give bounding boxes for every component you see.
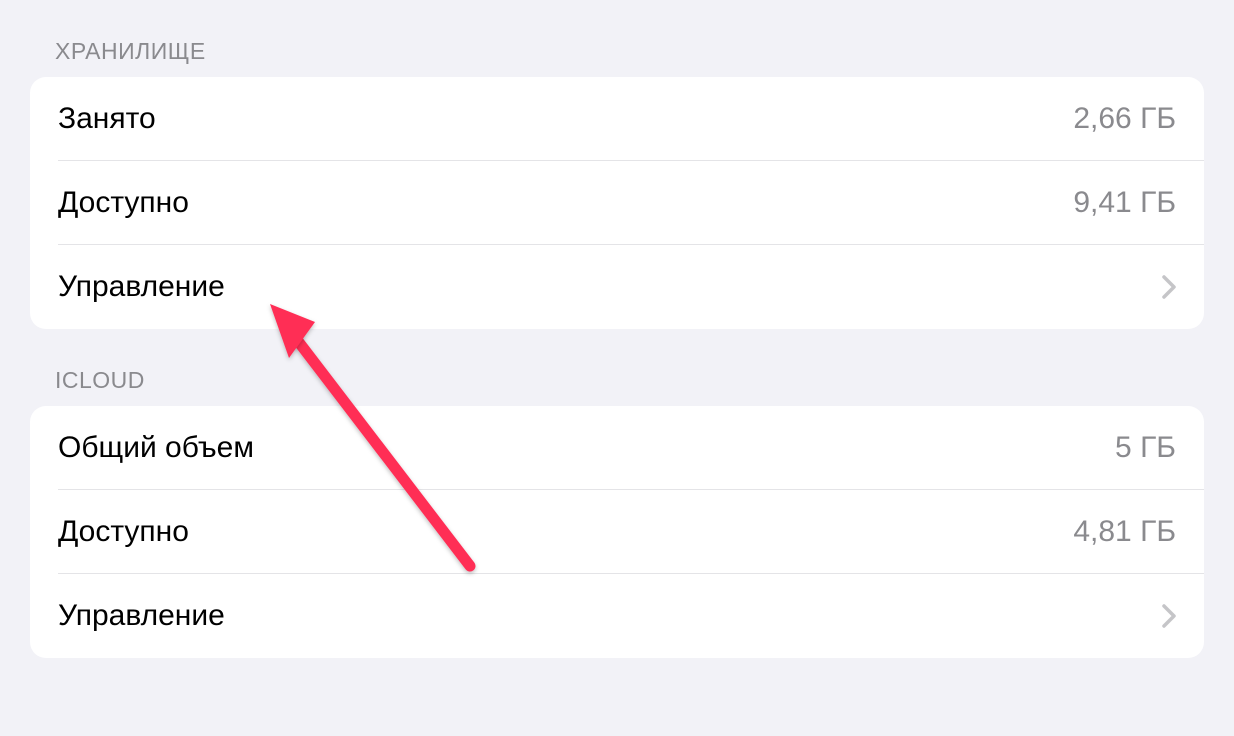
icloud-total-label: Общий объем — [58, 431, 254, 465]
icloud-available-label: Доступно — [58, 515, 189, 549]
storage-manage-row[interactable]: Управление — [30, 245, 1204, 329]
icloud-section-group: Общий объем 5 ГБ Доступно 4,81 ГБ Управл… — [30, 406, 1204, 658]
storage-used-row: Занято 2,66 ГБ — [30, 77, 1204, 161]
chevron-right-icon — [1162, 275, 1176, 299]
storage-used-label: Занято — [58, 102, 156, 136]
icloud-total-row: Общий объем 5 ГБ — [30, 406, 1204, 490]
icloud-manage-row[interactable]: Управление — [30, 574, 1204, 658]
storage-available-row: Доступно 9,41 ГБ — [30, 161, 1204, 245]
chevron-right-icon — [1162, 604, 1176, 628]
icloud-available-row: Доступно 4,81 ГБ — [30, 490, 1204, 574]
icloud-total-value: 5 ГБ — [1115, 431, 1176, 465]
storage-available-label: Доступно — [58, 186, 189, 220]
icloud-available-value: 4,81 ГБ — [1073, 515, 1176, 549]
icloud-manage-label: Управление — [58, 599, 225, 633]
storage-section-header: ХРАНИЛИЩЕ — [30, 0, 1204, 77]
storage-manage-label: Управление — [58, 270, 225, 304]
storage-section-group: Занято 2,66 ГБ Доступно 9,41 ГБ Управлен… — [30, 77, 1204, 329]
storage-used-value: 2,66 ГБ — [1073, 102, 1176, 136]
storage-available-value: 9,41 ГБ — [1073, 186, 1176, 220]
icloud-section-header: ICLOUD — [30, 329, 1204, 406]
